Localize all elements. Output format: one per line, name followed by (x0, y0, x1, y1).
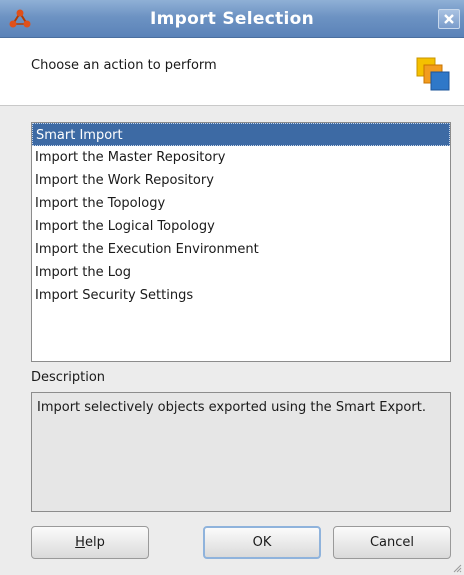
action-list[interactable]: Smart Import Import the Master Repositor… (31, 122, 451, 362)
help-button[interactable]: Help (31, 526, 149, 559)
list-item-log[interactable]: Import the Log (32, 261, 450, 284)
resize-grip-icon[interactable] (452, 563, 462, 573)
list-item-logical-topology[interactable]: Import the Logical Topology (32, 215, 450, 238)
list-item-work-repository[interactable]: Import the Work Repository (32, 169, 450, 192)
list-item-execution-environment[interactable]: Import the Execution Environment (32, 238, 450, 261)
list-item-smart-import[interactable]: Smart Import (32, 123, 450, 146)
description-box: Import selectively objects exported usin… (31, 392, 451, 512)
title-bar[interactable]: Import Selection (0, 0, 464, 38)
help-label: elp (84, 535, 105, 550)
dialog-body: Smart Import Import the Master Repositor… (0, 106, 464, 575)
close-button[interactable] (438, 9, 460, 29)
description-label: Description (31, 370, 106, 385)
help-mnemonic: H (75, 535, 85, 550)
header-prompt: Choose an action to perform (31, 58, 217, 73)
cancel-button[interactable]: Cancel (333, 526, 451, 559)
close-icon (444, 14, 454, 24)
dialog-header: Choose an action to perform (0, 38, 464, 106)
list-item-topology[interactable]: Import the Topology (32, 192, 450, 215)
list-item-security-settings[interactable]: Import Security Settings (32, 284, 450, 307)
window-title: Import Selection (149, 9, 315, 29)
list-item-master-repository[interactable]: Import the Master Repository (32, 146, 450, 169)
import-wizard-icon (416, 57, 450, 91)
ok-button[interactable]: OK (203, 526, 321, 559)
